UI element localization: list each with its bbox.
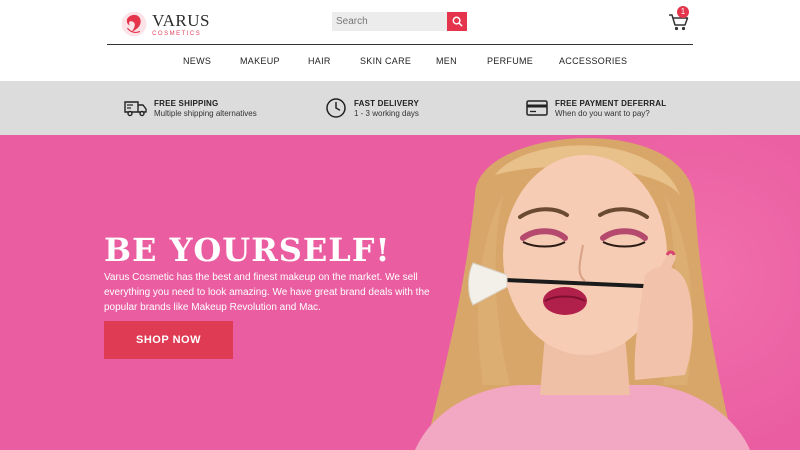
cart-count-badge: 1 bbox=[677, 6, 689, 18]
hero-model-image bbox=[415, 138, 750, 450]
hero-banner: BE YOURSELF! Varus Cosmetic has the best… bbox=[0, 135, 800, 450]
nav-item-hair[interactable]: HAIR bbox=[308, 56, 331, 66]
search-bar bbox=[332, 12, 467, 31]
brand-logo[interactable]: VARUS COSMETICS bbox=[120, 6, 210, 42]
nav-item-makeup[interactable]: MAKEUP bbox=[240, 56, 280, 66]
feature-title: FREE PAYMENT DEFERRAL bbox=[555, 98, 667, 108]
site-header: VARUS COSMETICS 1 NEWS MAKEUP HAIR SKIN … bbox=[0, 0, 800, 81]
shop-now-button[interactable]: SHOP NOW bbox=[104, 321, 233, 359]
feature-payment-deferral: FREE PAYMENT DEFERRAL When do you want t… bbox=[525, 81, 666, 135]
nav-item-skin-care[interactable]: SKIN CARE bbox=[360, 56, 411, 66]
feature-fast-delivery: FAST DELIVERY 1 - 3 working days bbox=[324, 81, 419, 135]
search-icon bbox=[452, 16, 463, 27]
feature-subtitle: Multiple shipping alternatives bbox=[154, 108, 257, 118]
clock-icon bbox=[326, 98, 346, 118]
truck-icon bbox=[124, 101, 147, 117]
search-button[interactable] bbox=[447, 12, 467, 31]
logo-mark-icon bbox=[121, 11, 147, 37]
main-nav: NEWS MAKEUP HAIR SKIN CARE MEN PERFUME A… bbox=[0, 56, 800, 70]
nav-item-accessories[interactable]: ACCESSORIES bbox=[559, 56, 627, 66]
header-divider bbox=[107, 44, 693, 45]
feature-title: FAST DELIVERY bbox=[354, 98, 419, 108]
nav-item-news[interactable]: NEWS bbox=[183, 56, 211, 66]
hero-title: BE YOURSELF! bbox=[104, 231, 391, 269]
nav-item-perfume[interactable]: PERFUME bbox=[487, 56, 533, 66]
search-input[interactable] bbox=[332, 12, 447, 31]
brand-tagline: COSMETICS bbox=[152, 30, 202, 37]
feature-subtitle: When do you want to pay? bbox=[555, 108, 650, 118]
feature-subtitle: 1 - 3 working days bbox=[354, 108, 419, 118]
feature-free-shipping: FREE SHIPPING Multiple shipping alternat… bbox=[124, 81, 257, 135]
feature-title: FREE SHIPPING bbox=[154, 98, 219, 108]
brand-name: VARUS bbox=[152, 10, 210, 30]
credit-card-icon bbox=[526, 100, 548, 116]
nav-item-men[interactable]: MEN bbox=[436, 56, 457, 66]
features-bar: FREE SHIPPING Multiple shipping alternat… bbox=[0, 81, 800, 135]
